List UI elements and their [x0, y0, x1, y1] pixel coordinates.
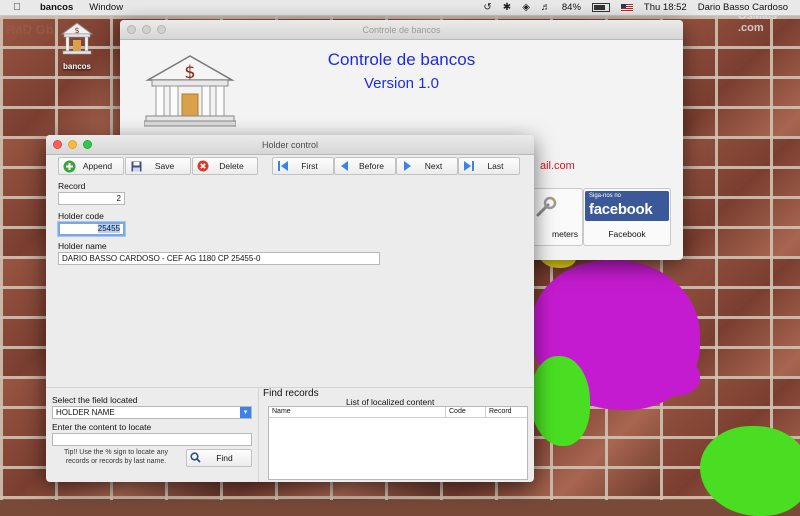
- bluetooth-icon[interactable]: ✱: [503, 2, 511, 13]
- volume-icon[interactable]: ♬: [541, 2, 551, 13]
- paint-splash-magenta-small: [640, 356, 700, 396]
- first-label: First: [301, 161, 318, 171]
- email-link[interactable]: ail.com: [540, 160, 575, 172]
- user-name[interactable]: Dario Basso Cardoso: [698, 2, 788, 13]
- time-machine-icon[interactable]: ↺: [483, 2, 491, 13]
- facebook-logo-small-text: Siga-nos no: [589, 193, 622, 199]
- search-field-select[interactable]: HOLDER NAME ▾: [52, 406, 252, 419]
- record-label: Record: [58, 181, 86, 191]
- column-header-record[interactable]: Record: [485, 407, 527, 417]
- next-button[interactable]: Next: [396, 157, 458, 175]
- wifi-icon[interactable]: ◈: [522, 2, 530, 13]
- parameters-tile-label: meters: [552, 229, 578, 239]
- close-button[interactable]: [53, 140, 62, 149]
- last-label: Last: [487, 161, 504, 171]
- append-label: Append: [82, 161, 113, 171]
- record-field[interactable]: 2: [58, 192, 125, 205]
- first-record-icon: [276, 159, 290, 173]
- app-version: Version 1.0: [363, 75, 440, 92]
- facebook-tile[interactable]: Siga-nos no facebook Facebook: [583, 188, 671, 246]
- app-title: Controle de bancos: [327, 50, 476, 69]
- window-controls: [53, 140, 92, 149]
- delete-icon: [196, 159, 210, 173]
- zoom-button[interactable]: [83, 140, 92, 149]
- find-button[interactable]: Find: [186, 449, 252, 467]
- desktop-icon-label: bancos: [62, 62, 91, 71]
- delete-label: Delete: [219, 161, 244, 171]
- main-window-title: Controle de bancos: [362, 24, 441, 35]
- parameters-tile[interactable]: meters: [527, 188, 583, 246]
- minimize-button[interactable]: [142, 25, 151, 34]
- facebook-tile-label: Facebook: [608, 229, 646, 239]
- results-table-header: Name Code Record: [269, 407, 527, 418]
- menu-window[interactable]: Window: [89, 2, 123, 13]
- paint-splash-green-2: [700, 426, 800, 516]
- last-button[interactable]: Last: [458, 157, 520, 175]
- save-button[interactable]: Save: [125, 157, 191, 175]
- previous-record-icon: [338, 159, 352, 173]
- main-window-titlebar[interactable]: Controle de bancos: [120, 20, 683, 40]
- paint-splash-green-1: [530, 356, 590, 446]
- append-button[interactable]: Append: [58, 157, 124, 175]
- menu-app-name[interactable]: bancos: [40, 2, 73, 13]
- holder-window-titlebar[interactable]: Holder control: [46, 135, 534, 155]
- content-label: Enter the content to locate: [52, 422, 152, 432]
- zoom-button[interactable]: [157, 25, 166, 34]
- search-icon: [190, 451, 204, 465]
- holder-name-field[interactable]: DARIO BASSO CARDOSO - CEF AG 1180 CP 254…: [58, 252, 380, 265]
- facebook-logo-text: facebook: [589, 201, 653, 218]
- holder-window-title: Holder control: [261, 139, 319, 150]
- select-field-label: Select the field located: [52, 395, 138, 405]
- status-area: ↺ ✱ ◈ ♬ 84% Thu 18:52 Dario Basso Cardos…: [483, 2, 800, 13]
- minimize-button[interactable]: [68, 140, 77, 149]
- window-controls: [127, 25, 166, 34]
- search-tip: Tip!! Use the % sign to locate any recor…: [63, 449, 168, 465]
- wall-watermark-left: RaD Gb: [6, 22, 54, 37]
- search-content-input[interactable]: [52, 433, 252, 446]
- plus-icon: [62, 159, 76, 173]
- holder-code-field[interactable]: 25455: [58, 222, 125, 236]
- svg-text:$: $: [74, 26, 79, 35]
- battery-percent[interactable]: 84%: [562, 2, 581, 13]
- bank-icon: $: [60, 22, 94, 55]
- column-header-name[interactable]: Name: [269, 407, 445, 417]
- delete-button[interactable]: Delete: [192, 157, 258, 175]
- search-area: Select the field located HOLDER NAME ▾ E…: [46, 387, 534, 482]
- holder-code-value: 25455: [97, 224, 120, 233]
- before-label: Before: [358, 161, 385, 171]
- next-record-icon: [400, 159, 414, 173]
- floppy-icon: [129, 159, 143, 173]
- results-table[interactable]: Name Code Record: [268, 406, 528, 480]
- clock[interactable]: Thu 18:52: [644, 2, 687, 13]
- find-records-title: Find records: [263, 388, 319, 399]
- search-criteria-pane: Select the field located HOLDER NAME ▾ E…: [46, 388, 259, 482]
- wrench-icon: [536, 196, 557, 217]
- record-toolbar: Append Save Delete First Before Next Las…: [46, 154, 534, 180]
- chevron-down-icon: ▾: [240, 407, 251, 418]
- holder-control-window: Holder control Append Save Delete First: [46, 135, 534, 482]
- facebook-logo-icon: Siga-nos no facebook: [585, 191, 669, 221]
- desktop-icon-bancos[interactable]: $ bancos: [54, 22, 100, 71]
- holder-code-label: Holder code: [58, 211, 104, 221]
- close-button[interactable]: [127, 25, 136, 34]
- menu-bar:  bancos Window ↺ ✱ ◈ ♬ 84% Thu 18:52 Da…: [0, 0, 800, 16]
- find-label: Find: [216, 453, 233, 463]
- holder-name-label: Holder name: [58, 241, 107, 251]
- input-source-flag-icon[interactable]: [620, 3, 633, 12]
- apple-menu-icon[interactable]: : [10, 2, 24, 13]
- column-header-code[interactable]: Code: [445, 407, 485, 417]
- first-button[interactable]: First: [272, 157, 334, 175]
- search-field-value: HOLDER NAME: [56, 408, 115, 417]
- battery-icon[interactable]: [591, 3, 610, 12]
- last-record-icon: [462, 159, 476, 173]
- before-button[interactable]: Before: [334, 157, 396, 175]
- save-label: Save: [154, 161, 175, 171]
- next-label: Next: [424, 161, 443, 171]
